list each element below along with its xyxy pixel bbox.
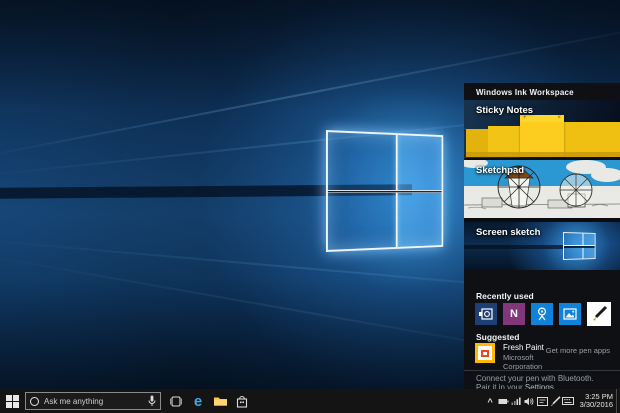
clock[interactable]: 3:25 PM 3/30/2016 <box>580 393 613 410</box>
sticky-notes-tile[interactable]: + × Sticky Notes <box>464 100 620 158</box>
network-tray-button[interactable] <box>510 389 523 413</box>
edge-browser-button[interactable]: e <box>187 389 209 413</box>
battery-icon <box>498 398 509 405</box>
mini-wallpaper-band <box>464 245 564 249</box>
screen-sketch-label: Screen sketch <box>476 227 540 238</box>
system-tray: ^ <box>484 389 620 413</box>
easel-icon <box>481 350 489 357</box>
drawing-pen-app-icon[interactable] <box>587 302 611 326</box>
volume-tray-button[interactable] <box>523 389 536 413</box>
network-icon <box>511 397 521 405</box>
folder-icon <box>213 395 228 407</box>
action-center-icon <box>537 397 548 406</box>
sticky-note-add-icon: + <box>523 115 527 122</box>
keyboard-icon <box>562 397 574 405</box>
touch-keyboard-tray-button[interactable] <box>562 389 575 413</box>
sticky-note-shadow <box>466 152 620 157</box>
taskbar: Ask me anything e <box>0 389 620 413</box>
panel-footer-divider <box>464 370 620 371</box>
suggested-app-row[interactable]: Fresh Paint Microsoft Corporation Get mo… <box>475 343 610 371</box>
panel-title: Windows Ink Workspace <box>464 83 620 100</box>
windows-ink-workspace-tray-button[interactable] <box>549 389 562 413</box>
mail-app-icon[interactable] <box>475 303 497 325</box>
action-center-tray-button[interactable] <box>536 389 549 413</box>
windows-ink-workspace-panel: Windows Ink Workspace + × Sticky Notes <box>464 83 620 413</box>
recently-used-label: Recently used <box>476 291 534 301</box>
windows-logo-icon <box>6 395 19 408</box>
cortana-icon <box>30 397 39 406</box>
suggested-app-name: Fresh Paint <box>503 343 546 353</box>
desktop: Windows Ink Workspace + × Sticky Notes <box>0 0 620 413</box>
onenote-letter: N <box>510 308 518 320</box>
task-view-button[interactable] <box>165 389 187 413</box>
photos-app-icon[interactable] <box>559 303 581 325</box>
suggested-app-publisher: Microsoft Corporation <box>503 353 546 371</box>
screen-sketch-tile[interactable]: Screen sketch <box>464 222 620 270</box>
sketchpad-tile[interactable]: Sketchpad <box>464 160 620 218</box>
search-input[interactable]: Ask me anything <box>25 392 161 410</box>
onenote-app-icon[interactable]: N <box>503 303 525 325</box>
file-explorer-button[interactable] <box>209 389 231 413</box>
speaker-icon <box>524 397 534 406</box>
edge-icon: e <box>194 394 202 409</box>
search-placeholder: Ask me anything <box>44 397 148 406</box>
show-desktop-button[interactable] <box>616 389 620 413</box>
chevron-up-icon: ^ <box>487 398 492 406</box>
get-more-pen-apps-link[interactable]: Get more pen apps <box>546 346 610 355</box>
sticky-notes-label: Sticky Notes <box>476 105 533 116</box>
mini-windows-logo <box>563 232 596 260</box>
suggested-label: Suggested <box>476 332 519 342</box>
task-view-icon <box>169 396 183 407</box>
clock-date: 3/30/2016 <box>580 401 613 410</box>
store-bag-icon <box>236 395 248 408</box>
start-button[interactable] <box>0 389 24 413</box>
camera-app-icon[interactable] <box>531 303 553 325</box>
store-button[interactable] <box>231 389 253 413</box>
sticky-note-close-icon: × <box>557 115 561 122</box>
sketchpad-label: Sketchpad <box>476 165 524 176</box>
microphone-icon[interactable] <box>148 395 156 407</box>
sticky-note: + × <box>520 115 564 157</box>
fresh-paint-app-icon <box>475 343 495 363</box>
pen-icon <box>550 396 561 406</box>
battery-tray-button[interactable] <box>497 389 510 413</box>
tray-expand-button[interactable]: ^ <box>484 389 497 413</box>
recently-used-apps: N <box>475 302 611 326</box>
footer-line1: Connect your pen with Bluetooth. <box>476 374 612 383</box>
suggested-app-text: Fresh Paint Microsoft Corporation <box>503 343 546 371</box>
